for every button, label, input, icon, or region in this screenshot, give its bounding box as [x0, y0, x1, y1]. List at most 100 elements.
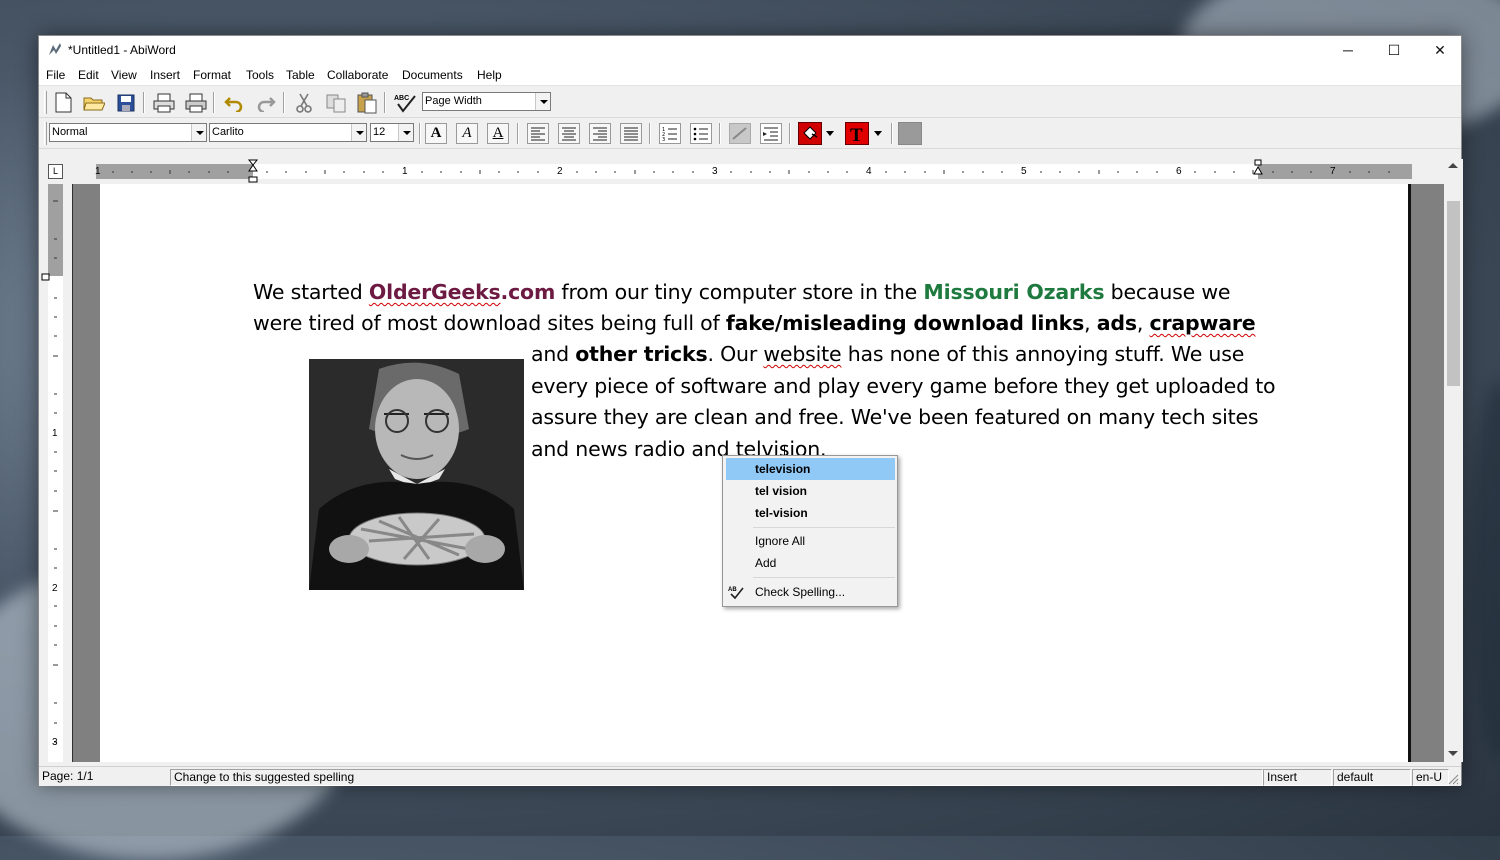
- print-button[interactable]: [152, 91, 176, 114]
- menu-insert[interactable]: Insert: [150, 68, 180, 82]
- scroll-down-arrow-icon[interactable]: [1448, 751, 1458, 756]
- paragraph-line[interactable]: every piece of software and play every g…: [531, 374, 1276, 398]
- background-blur: [1470, 380, 1500, 760]
- chevron-down-icon[interactable]: [191, 124, 206, 141]
- redo-button[interactable]: [254, 91, 278, 114]
- print-preview-button[interactable]: [184, 91, 208, 114]
- numbered-list-button[interactable]: 123: [658, 122, 682, 145]
- vertical-scrollbar[interactable]: [1444, 159, 1463, 762]
- left-indent-marker[interactable]: [247, 159, 259, 184]
- tab-stop-selector[interactable]: L: [48, 164, 63, 179]
- toolbar-separator: [719, 123, 721, 144]
- scroll-up-arrow-icon[interactable]: [1448, 163, 1458, 168]
- chevron-down-icon[interactable]: [351, 124, 366, 141]
- menu-format[interactable]: Format: [193, 68, 231, 82]
- decrease-indent-button[interactable]: [728, 122, 752, 145]
- save-button[interactable]: [114, 91, 138, 114]
- format-toolbar: Normal Carlito 12 A A A 123 T: [39, 118, 1461, 149]
- new-document-icon: [55, 92, 72, 113]
- chevron-down-icon[interactable]: [398, 124, 413, 141]
- check-spelling-item[interactable]: AB Check Spelling...: [726, 581, 895, 603]
- ignore-all-item[interactable]: Ignore All: [726, 530, 895, 552]
- text-run: because we: [1104, 280, 1231, 304]
- new-document-button[interactable]: [51, 91, 75, 114]
- print-icon: [153, 93, 175, 112]
- paragraph-line[interactable]: We started OlderGeeks.com from our tiny …: [253, 280, 1231, 304]
- misspelled-word[interactable]: website: [763, 342, 841, 366]
- suggestion-tel-vision-space[interactable]: tel vision: [726, 480, 895, 502]
- paragraph-line[interactable]: assure they are clean and free. We've be…: [531, 405, 1259, 429]
- close-button[interactable]: ✕: [1417, 36, 1463, 64]
- menu-file[interactable]: File: [46, 68, 65, 82]
- minimize-button[interactable]: ─: [1325, 36, 1371, 64]
- suggestion-television[interactable]: television: [726, 458, 895, 480]
- menu-table[interactable]: Table: [286, 68, 315, 82]
- vertical-ruler[interactable]: 1 2 3: [39, 184, 72, 762]
- menu-documents[interactable]: Documents: [402, 68, 463, 82]
- chevron-down-icon: [874, 131, 882, 136]
- toolbar-separator: [517, 123, 519, 144]
- maximize-button[interactable]: ☐: [1371, 36, 1417, 64]
- paragraph-line[interactable]: and other tricks. Our website has none o…: [531, 342, 1244, 366]
- menu-collaborate[interactable]: Collaborate: [327, 68, 388, 82]
- paragraph-line[interactable]: were tired of most download sites being …: [253, 311, 1256, 335]
- background-color-button[interactable]: [898, 122, 922, 145]
- zoom-select[interactable]: Page Width: [422, 92, 551, 111]
- text-run: ,: [1136, 311, 1150, 335]
- add-to-dictionary-item[interactable]: Add: [726, 552, 895, 574]
- oldergeeks-link[interactable]: OlderGeeks.com: [369, 280, 555, 304]
- cut-button[interactable]: [292, 91, 316, 114]
- font-size-select[interactable]: 12: [370, 123, 414, 142]
- align-center-button[interactable]: [557, 122, 581, 145]
- align-right-button[interactable]: [588, 122, 612, 145]
- ruler-ticks: [112, 170, 1390, 174]
- spellcheck-button[interactable]: ABC: [393, 91, 417, 114]
- align-left-button[interactable]: [526, 122, 550, 145]
- chevron-down-icon[interactable]: [535, 93, 550, 110]
- bold-button[interactable]: A: [425, 123, 447, 144]
- text-run: ,: [1084, 311, 1097, 335]
- ruler-number: 1: [95, 166, 101, 177]
- menu-view[interactable]: View: [111, 68, 137, 82]
- highlight-color-dropdown[interactable]: [824, 122, 836, 145]
- align-justify-button[interactable]: [619, 122, 643, 145]
- text-run: We started: [253, 280, 369, 304]
- right-indent-marker[interactable]: [1252, 159, 1264, 179]
- increase-indent-button[interactable]: [759, 122, 783, 145]
- insert-mode-indicator[interactable]: Insert: [1263, 769, 1332, 786]
- horizontal-ruler[interactable]: L 1 1 2 3 4 5 6 7: [39, 159, 1444, 184]
- vertical-ruler-track: [48, 184, 63, 762]
- italic-button[interactable]: A: [456, 123, 478, 144]
- align-justify-icon: [620, 123, 642, 144]
- top-margin-marker[interactable]: [41, 273, 51, 281]
- text-color-glyph: T: [850, 125, 863, 145]
- toolbar-grip[interactable]: [44, 122, 47, 145]
- paste-button[interactable]: [355, 91, 379, 114]
- text-run: from our tiny computer store in the: [555, 280, 924, 304]
- style-select[interactable]: Normal: [49, 123, 207, 142]
- misspelled-word[interactable]: crapware: [1150, 311, 1256, 335]
- font-select[interactable]: Carlito: [209, 123, 367, 142]
- underline-button[interactable]: A: [487, 123, 509, 144]
- bullet-list-button[interactable]: [689, 122, 713, 145]
- embedded-photo[interactable]: [309, 359, 524, 590]
- misspelled-word[interactable]: OlderGeeks: [369, 280, 501, 304]
- text-color-dropdown[interactable]: [872, 122, 884, 145]
- menu-tools[interactable]: Tools: [246, 68, 274, 82]
- undo-button[interactable]: [222, 91, 246, 114]
- menu-help[interactable]: Help: [477, 68, 502, 82]
- paste-clipboard-icon: [357, 92, 377, 113]
- standard-toolbar: ABC Page Width: [39, 87, 1461, 118]
- highlight-color-button[interactable]: [798, 122, 822, 145]
- text-run: has none of this annoying stuff. We use: [841, 342, 1245, 366]
- copy-button[interactable]: [324, 91, 348, 114]
- language-indicator[interactable]: en-U: [1412, 769, 1449, 786]
- menu-separator: [753, 577, 895, 578]
- resize-grip-icon[interactable]: [1447, 773, 1459, 785]
- menu-edit[interactable]: Edit: [78, 68, 99, 82]
- text-color-button[interactable]: T: [845, 122, 869, 145]
- open-button[interactable]: [82, 91, 106, 114]
- scrollbar-thumb[interactable]: [1447, 201, 1460, 386]
- suggestion-tel-vision-hyphen[interactable]: tel-vision: [726, 502, 895, 524]
- toolbar-grip[interactable]: [44, 91, 47, 114]
